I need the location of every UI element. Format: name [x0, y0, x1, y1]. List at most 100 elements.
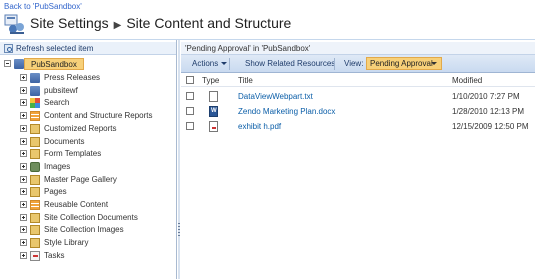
image-library-icon [30, 161, 40, 172]
row-checkbox[interactable] [186, 122, 194, 130]
tree-item[interactable]: Documents [0, 136, 170, 148]
page-title: Site Settings ▶ Site Content and Structure [30, 15, 291, 31]
pane-splitter[interactable] [178, 40, 180, 279]
tree-item-label[interactable]: Form Templates [44, 149, 101, 158]
tree-item-label[interactable]: Pages [44, 187, 67, 196]
column-header-type[interactable]: Type [202, 76, 219, 85]
view-dropdown[interactable]: Pending Approval [366, 57, 442, 70]
collapse-icon[interactable] [4, 60, 11, 67]
file-title-link[interactable]: Zendo Marketing Plan.docx [238, 107, 335, 116]
pdf-file-icon [209, 121, 218, 132]
file-title-link[interactable]: exhibit h.pdf [238, 122, 281, 131]
tree-item-label[interactable]: Site Collection Documents [44, 213, 138, 222]
expand-icon[interactable] [20, 213, 27, 221]
expand-icon[interactable] [20, 74, 27, 81]
expand-icon[interactable] [20, 251, 27, 259]
file-modified: 12/15/2009 12:50 PM [452, 122, 529, 131]
expand-icon[interactable] [20, 112, 27, 120]
expand-icon[interactable] [20, 239, 27, 247]
tree-item[interactable]: Tasks [0, 250, 170, 262]
tree-item[interactable]: Reusable Content [0, 199, 170, 211]
view-value: Pending Approval [370, 59, 433, 68]
expand-icon[interactable] [20, 188, 27, 196]
tree-item-label[interactable]: Documents [44, 137, 84, 146]
tree-root[interactable]: PubSandbox [0, 58, 176, 71]
tree-item[interactable]: Site Collection Documents [0, 212, 170, 224]
tree-item[interactable]: Press Releases [0, 72, 170, 84]
actions-menu[interactable]: Actions [192, 58, 228, 70]
tree-item-label[interactable]: Images [44, 162, 70, 171]
library-icon [30, 174, 40, 185]
library-icon [30, 149, 40, 160]
breadcrumb-separator-icon: ▶ [113, 20, 122, 31]
tree-item-label[interactable]: Style Library [44, 238, 88, 247]
title-site-settings[interactable]: Site Settings [30, 15, 109, 31]
row-checkbox[interactable] [186, 107, 194, 115]
tree-item-label[interactable]: Master Page Gallery [44, 175, 117, 184]
library-icon [30, 123, 40, 134]
tree-item[interactable]: Form Templates [0, 148, 170, 160]
refresh-icon [4, 44, 13, 53]
expand-icon[interactable] [20, 124, 27, 132]
column-header-title[interactable]: Title [238, 76, 253, 85]
site-icon [30, 73, 40, 83]
expand-icon[interactable] [20, 201, 27, 208]
column-header-modified[interactable]: Modified [452, 76, 482, 85]
tree-item[interactable]: Style Library [0, 237, 170, 249]
tree-item[interactable]: Master Page Gallery [0, 174, 170, 186]
tree-item-label[interactable]: Customized Reports [44, 124, 116, 133]
toolbar-divider [229, 58, 230, 70]
tree-item-label[interactable]: Site Collection Images [44, 225, 124, 234]
actions-label: Actions [192, 59, 219, 68]
content-pane-title: 'Pending Approval' in 'PubSandbox' [181, 42, 535, 55]
tree-item[interactable]: Customized Reports [0, 123, 170, 135]
expand-icon[interactable] [20, 226, 27, 234]
refresh-label: Refresh selected item [16, 44, 94, 53]
tree-item-label[interactable]: Reusable Content [44, 200, 108, 209]
tree-item[interactable]: pubsitewf [0, 85, 170, 97]
show-related-resources-button[interactable]: Show Related Resources [245, 58, 335, 70]
library-icon [30, 187, 40, 198]
expand-icon[interactable] [20, 99, 27, 107]
tree-item-label[interactable]: Press Releases [44, 73, 100, 82]
table-row[interactable]: DataViewWebpart.txt 1/10/2010 7:27 PM [181, 90, 535, 103]
tree-root-label[interactable]: PubSandbox [24, 58, 84, 70]
expand-icon[interactable] [20, 86, 27, 94]
grid-header: Type Title Modified [181, 74, 535, 87]
site-settings-icon [4, 14, 24, 34]
text-file-icon [209, 91, 218, 102]
view-label: View: [344, 59, 364, 68]
tree-item-label[interactable]: Search [44, 98, 69, 107]
back-link[interactable]: Back to 'PubSandbox' [4, 2, 82, 11]
chevron-down-icon [431, 62, 437, 65]
file-modified: 1/10/2010 7:27 PM [452, 92, 520, 101]
chevron-down-icon [221, 62, 228, 66]
tree-item-label[interactable]: pubsitewf [44, 86, 78, 95]
table-row[interactable]: Zendo Marketing Plan.docx 1/28/2010 12:13… [181, 105, 535, 118]
tree-item[interactable]: Images [0, 161, 170, 173]
tree-item[interactable]: Site Collection Images [0, 224, 170, 236]
row-checkbox[interactable] [186, 92, 194, 100]
expand-icon[interactable] [20, 137, 27, 145]
tree-item[interactable]: Content and Structure Reports [0, 110, 170, 122]
content-pane: 'Pending Approval' in 'PubSandbox' Actio… [181, 40, 535, 279]
expand-icon[interactable] [20, 162, 27, 170]
library-icon [30, 136, 40, 147]
list-icon [30, 111, 40, 122]
expand-icon[interactable] [20, 150, 27, 158]
select-all-checkbox[interactable] [186, 76, 194, 84]
library-icon [30, 212, 40, 223]
splitter-grip-icon[interactable] [178, 223, 180, 237]
refresh-selected-item-button[interactable]: Refresh selected item [0, 42, 176, 55]
table-row[interactable]: exhibit h.pdf 12/15/2009 12:50 PM [181, 120, 535, 133]
site-icon [30, 85, 40, 96]
tree-item-label[interactable]: Tasks [44, 251, 64, 260]
site-icon [14, 59, 24, 69]
tree-item[interactable]: Search [0, 97, 170, 109]
tree-item-label[interactable]: Content and Structure Reports [44, 111, 153, 120]
tree-item[interactable]: Pages [0, 186, 170, 198]
toolbar: Actions Show Related Resources View: Pen… [181, 55, 535, 73]
expand-icon[interactable] [20, 175, 27, 183]
file-title-link[interactable]: DataViewWebpart.txt [238, 92, 313, 101]
toolbar-divider [334, 58, 335, 70]
